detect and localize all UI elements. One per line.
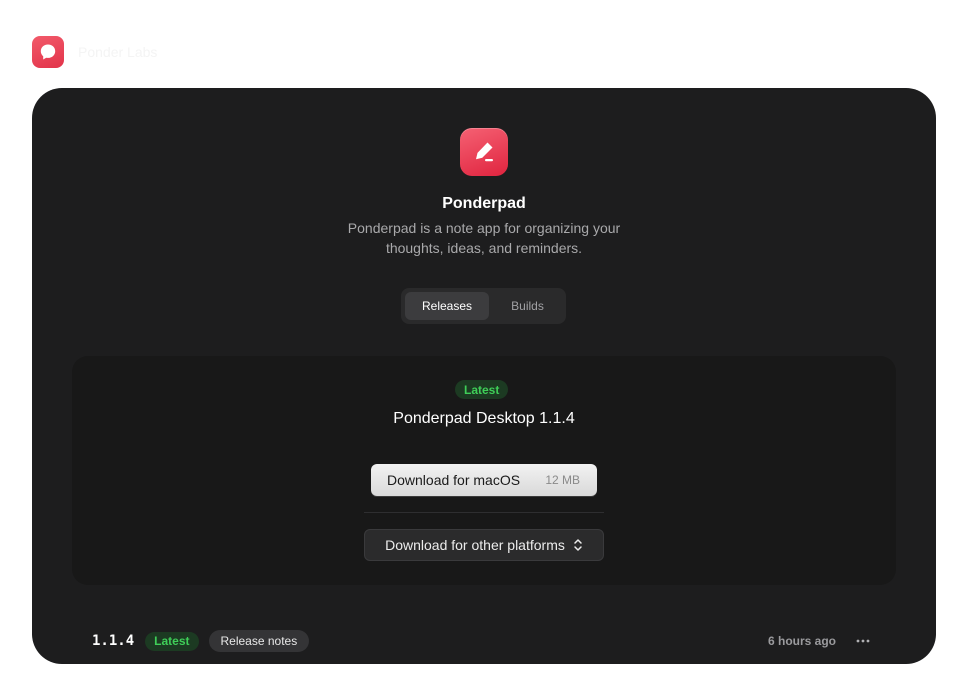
brand-name[interactable]: Ponder Labs — [78, 44, 157, 60]
tab-builds[interactable]: Builds — [493, 292, 562, 320]
download-other-platforms-button[interactable]: Download for other platforms — [364, 529, 604, 561]
pencil-icon — [460, 128, 508, 176]
download-size: 12 MB — [545, 473, 580, 487]
latest-release-card: Latest Ponderpad Desktop 1.1.4 Download … — [72, 356, 896, 585]
app-title: Ponderpad — [442, 195, 526, 212]
release-title: Ponderpad Desktop 1.1.4 — [393, 410, 575, 427]
download-other-label: Download for other platforms — [385, 537, 565, 553]
divider — [364, 512, 604, 513]
release-version[interactable]: 1.1.4 — [92, 633, 134, 649]
latest-badge: Latest — [455, 380, 509, 399]
tab-releases[interactable]: Releases — [405, 292, 489, 320]
top-bar: Ponder Labs — [32, 36, 157, 68]
release-row: 1.1.4 Latest Release notes 6 hours ago — [92, 628, 876, 654]
download-macos-button[interactable]: Download for macOS 12 MB — [371, 464, 597, 496]
latest-badge: Latest — [145, 631, 199, 651]
more-horizontal-icon[interactable] — [850, 630, 876, 652]
app-release-panel: Ponderpad Ponderpad is a note app for or… — [32, 88, 936, 664]
app-description: Ponderpad is a note app for organizing y… — [347, 220, 621, 256]
chevron-up-down-icon — [574, 539, 582, 551]
chat-bubble-icon[interactable] — [32, 36, 64, 68]
release-time: 6 hours ago — [767, 634, 836, 648]
release-notes-button[interactable]: Release notes — [208, 630, 310, 652]
download-macos-label: Download for macOS — [387, 472, 521, 488]
release-tabs: Releases Builds — [401, 288, 566, 324]
